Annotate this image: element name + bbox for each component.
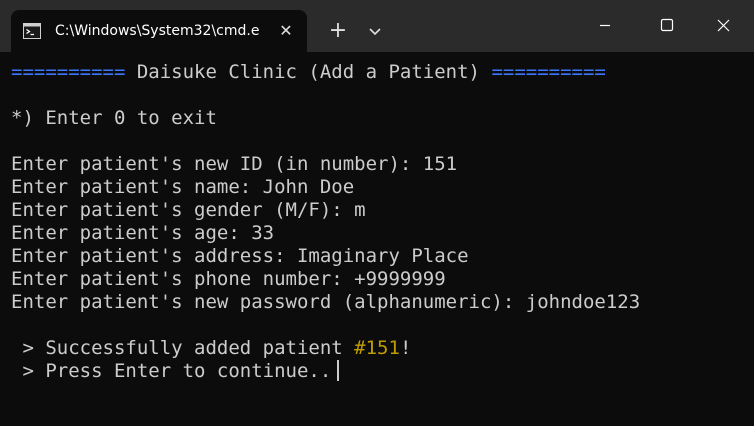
minimize-icon[interactable] [582, 0, 628, 52]
title-bar: C:\Windows\System32\cmd.e ✕ + [0, 0, 754, 52]
continue-prompt: > Press Enter to continue.. [11, 360, 754, 383]
prompt-password: Enter patient's new password (alphanumer… [11, 291, 641, 313]
maximize-icon[interactable] [644, 0, 690, 52]
success-message: > Successfully added patient #151! [11, 337, 754, 360]
prompt-name: Enter patient's name: John Doe [11, 176, 355, 198]
close-icon[interactable] [700, 0, 746, 52]
text-cursor [337, 360, 340, 381]
new-tab-button[interactable]: + [324, 18, 352, 46]
continue-text: > Press Enter to continue.. [11, 360, 332, 382]
header-left-rule: ========== [11, 61, 126, 83]
success-suffix: ! [399, 337, 412, 359]
header-title: Daisuke Clinic (Add a Patient) [125, 61, 492, 83]
tab-cmd[interactable]: C:\Windows\System32\cmd.e ✕ [11, 10, 307, 52]
prompt-age: Enter patient's age: 33 [11, 222, 275, 244]
prompt-id: Enter patient's new ID (in number): 151 [11, 153, 458, 175]
exit-hint: *) Enter 0 to exit [11, 107, 217, 129]
patient-id-highlight: #151 [354, 337, 400, 359]
prompt-gender: Enter patient's gender (M/F): m [11, 199, 366, 221]
cmd-icon [23, 23, 41, 39]
header-line: ========== Daisuke Clinic (Add a Patient… [11, 61, 754, 84]
tab-title: C:\Windows\System32\cmd.e [55, 23, 260, 39]
tab-close-icon[interactable]: ✕ [277, 22, 295, 40]
prompt-phone: Enter patient's phone number: +9999999 [11, 268, 446, 290]
success-prefix: > Successfully added patient [11, 337, 355, 359]
header-right-rule: ========== [491, 61, 606, 83]
prompt-address: Enter patient's address: Imaginary Place [11, 245, 469, 267]
terminal-output[interactable]: ========== Daisuke Clinic (Add a Patient… [0, 52, 754, 426]
chevron-down-icon[interactable] [364, 20, 386, 42]
